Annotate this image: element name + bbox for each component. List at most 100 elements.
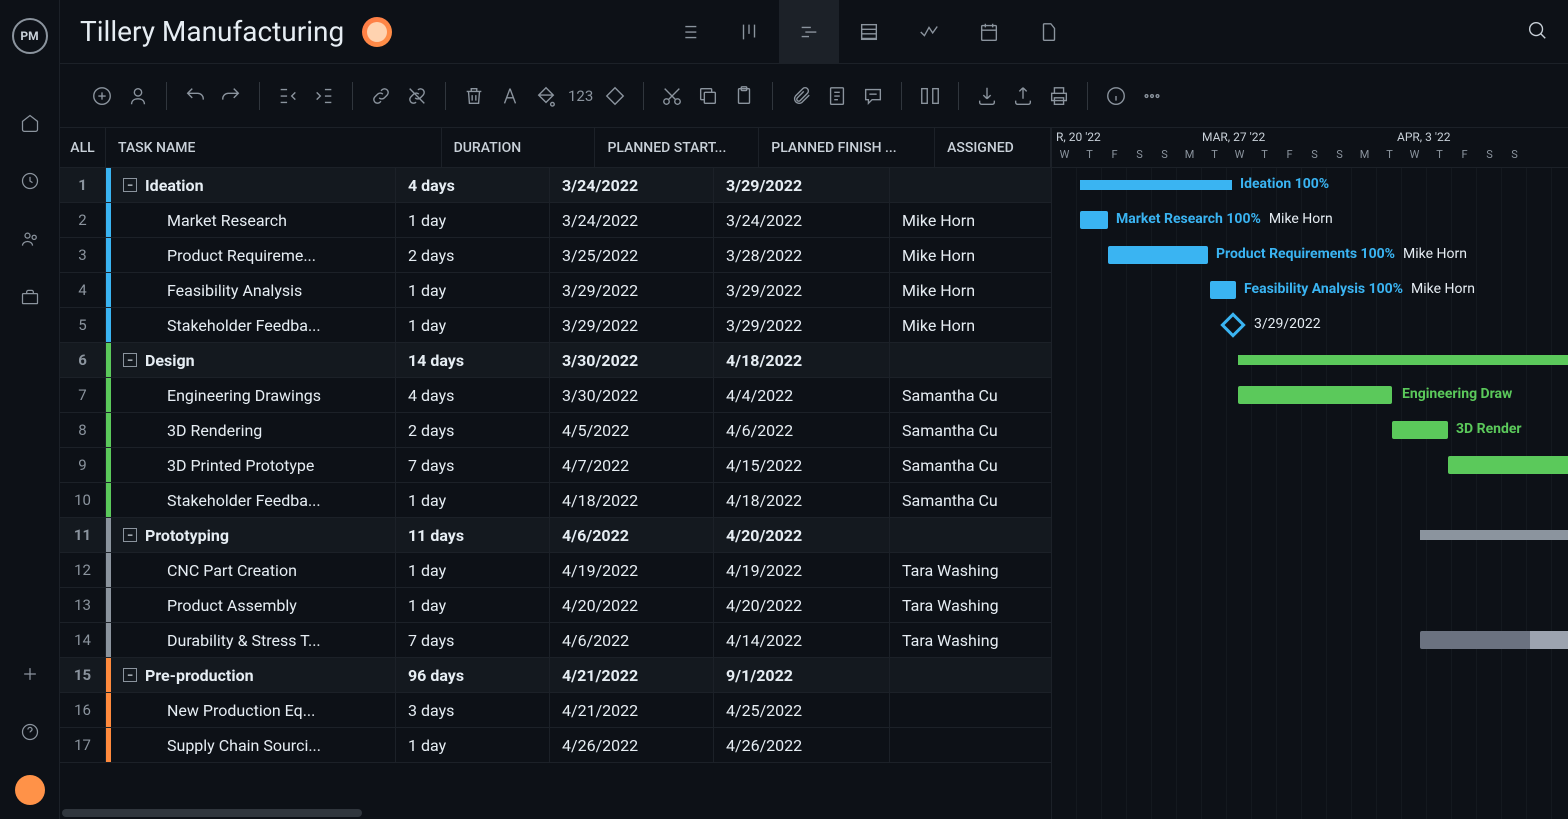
- gantt-row[interactable]: [1052, 728, 1568, 763]
- gantt-row[interactable]: 3/29/2022: [1052, 308, 1568, 343]
- table-row[interactable]: 6−Design14 days3/30/20224/18/2022: [60, 343, 1051, 378]
- table-row[interactable]: 10Stakeholder Feedba...1 day4/18/20224/1…: [60, 483, 1051, 518]
- start-cell[interactable]: 3/24/2022: [550, 168, 714, 202]
- start-cell[interactable]: 4/20/2022: [550, 588, 714, 622]
- task-name-cell[interactable]: Feasibility Analysis: [111, 273, 396, 307]
- outdent-icon[interactable]: [274, 82, 302, 110]
- duration-cell[interactable]: 1 day: [396, 308, 550, 342]
- gantt-row[interactable]: Feasibility Analysis 100%Mike Horn: [1052, 273, 1568, 308]
- assigned-cell[interactable]: [890, 693, 1006, 727]
- col-planned-finish[interactable]: PLANNED FINISH ...: [759, 128, 935, 167]
- gantt-bar[interactable]: [1420, 631, 1568, 649]
- gantt-row[interactable]: [1052, 553, 1568, 588]
- gantt-row[interactable]: [1052, 518, 1568, 553]
- duration-cell[interactable]: 4 days: [396, 168, 550, 202]
- table-row[interactable]: 16New Production Eq...3 days4/21/20224/2…: [60, 693, 1051, 728]
- task-name-cell[interactable]: Stakeholder Feedba...: [111, 483, 396, 517]
- columns-icon[interactable]: [916, 82, 944, 110]
- assigned-cell[interactable]: Tara Washing: [890, 623, 1006, 657]
- assigned-cell[interactable]: Samantha Cu: [890, 448, 1006, 482]
- more-icon[interactable]: [1138, 82, 1166, 110]
- start-cell[interactable]: 4/26/2022: [550, 728, 714, 762]
- task-name-cell[interactable]: 3D Rendering: [111, 413, 396, 447]
- duration-cell[interactable]: 7 days: [396, 623, 550, 657]
- start-cell[interactable]: 3/24/2022: [550, 203, 714, 237]
- notes-icon[interactable]: [823, 82, 851, 110]
- task-name-cell[interactable]: Engineering Drawings: [111, 378, 396, 412]
- task-name-cell[interactable]: −Pre-production: [111, 658, 396, 692]
- start-cell[interactable]: 4/6/2022: [550, 623, 714, 657]
- people-icon[interactable]: [19, 228, 41, 250]
- assigned-cell[interactable]: Mike Horn: [890, 308, 1006, 342]
- finish-cell[interactable]: 3/28/2022: [714, 238, 890, 272]
- gantt-row[interactable]: Engineering Draw: [1052, 378, 1568, 413]
- user-avatar-icon[interactable]: [15, 775, 45, 805]
- comment-icon[interactable]: [859, 82, 887, 110]
- finish-cell[interactable]: 4/6/2022: [714, 413, 890, 447]
- task-name-cell[interactable]: Product Assembly: [111, 588, 396, 622]
- start-cell[interactable]: 4/21/2022: [550, 693, 714, 727]
- paste-icon[interactable]: [730, 82, 758, 110]
- assigned-cell[interactable]: Mike Horn: [890, 273, 1006, 307]
- gantt-row[interactable]: 3D Render: [1052, 413, 1568, 448]
- start-cell[interactable]: 4/19/2022: [550, 553, 714, 587]
- gantt-row[interactable]: [1052, 343, 1568, 378]
- collapse-icon[interactable]: −: [123, 178, 137, 192]
- col-planned-start[interactable]: PLANNED START...: [595, 128, 759, 167]
- start-cell[interactable]: 4/5/2022: [550, 413, 714, 447]
- gantt-row[interactable]: [1052, 588, 1568, 623]
- assigned-cell[interactable]: Mike Horn: [890, 203, 1006, 237]
- finish-cell[interactable]: 3/29/2022: [714, 273, 890, 307]
- assigned-cell[interactable]: Mike Horn: [890, 238, 1006, 272]
- gantt-bar[interactable]: [1210, 281, 1236, 299]
- sheet-view-tab[interactable]: [839, 0, 899, 64]
- assign-icon[interactable]: [124, 82, 152, 110]
- task-name-cell[interactable]: −Prototyping: [111, 518, 396, 552]
- task-name-cell[interactable]: −Ideation: [111, 168, 396, 202]
- collapse-icon[interactable]: −: [123, 668, 137, 682]
- table-row[interactable]: 11−Prototyping11 days4/6/20224/20/2022: [60, 518, 1051, 553]
- duration-cell[interactable]: 2 days: [396, 413, 550, 447]
- finish-cell[interactable]: 4/20/2022: [714, 588, 890, 622]
- gantt-row[interactable]: [1052, 658, 1568, 693]
- finish-cell[interactable]: 3/29/2022: [714, 168, 890, 202]
- col-all[interactable]: ALL: [60, 128, 106, 167]
- table-row[interactable]: 17Supply Chain Sourci...1 day4/26/20224/…: [60, 728, 1051, 763]
- gantt-bar[interactable]: [1420, 530, 1568, 540]
- gantt-row[interactable]: [1052, 448, 1568, 483]
- task-name-cell[interactable]: Stakeholder Feedba...: [111, 308, 396, 342]
- gantt-row[interactable]: [1052, 483, 1568, 518]
- assigned-cell[interactable]: [890, 658, 1006, 692]
- redo-icon[interactable]: [217, 82, 245, 110]
- copy-icon[interactable]: [694, 82, 722, 110]
- duration-cell[interactable]: 1 day: [396, 203, 550, 237]
- chart-view-tab[interactable]: [899, 0, 959, 64]
- import-icon[interactable]: [973, 82, 1001, 110]
- cut-icon[interactable]: [658, 82, 686, 110]
- finish-cell[interactable]: 4/18/2022: [714, 343, 890, 377]
- col-assigned[interactable]: ASSIGNED: [935, 128, 1051, 167]
- duration-cell[interactable]: 2 days: [396, 238, 550, 272]
- gantt-row[interactable]: [1052, 693, 1568, 728]
- search-icon[interactable]: [1526, 19, 1548, 45]
- paint-icon[interactable]: [532, 82, 560, 110]
- finish-cell[interactable]: 4/14/2022: [714, 623, 890, 657]
- finish-cell[interactable]: 4/18/2022: [714, 483, 890, 517]
- milestone-icon[interactable]: [601, 82, 629, 110]
- assigned-cell[interactable]: [890, 518, 1006, 552]
- info-icon[interactable]: [1102, 82, 1130, 110]
- gantt-view-tab[interactable]: [779, 0, 839, 64]
- milestone-icon[interactable]: [1220, 312, 1245, 337]
- clock-icon[interactable]: [19, 170, 41, 192]
- gantt-bar[interactable]: [1080, 180, 1232, 190]
- duration-cell[interactable]: 96 days: [396, 658, 550, 692]
- col-duration[interactable]: DURATION: [442, 128, 596, 167]
- table-row[interactable]: 13Product Assembly1 day4/20/20224/20/202…: [60, 588, 1051, 623]
- gantt-bar[interactable]: [1392, 421, 1448, 439]
- table-row[interactable]: 2Market Research1 day3/24/20223/24/2022M…: [60, 203, 1051, 238]
- delete-icon[interactable]: [460, 82, 488, 110]
- briefcase-icon[interactable]: [19, 286, 41, 308]
- horizontal-scrollbar[interactable]: [60, 807, 1051, 819]
- assigned-cell[interactable]: Samantha Cu: [890, 378, 1006, 412]
- task-name-cell[interactable]: −Design: [111, 343, 396, 377]
